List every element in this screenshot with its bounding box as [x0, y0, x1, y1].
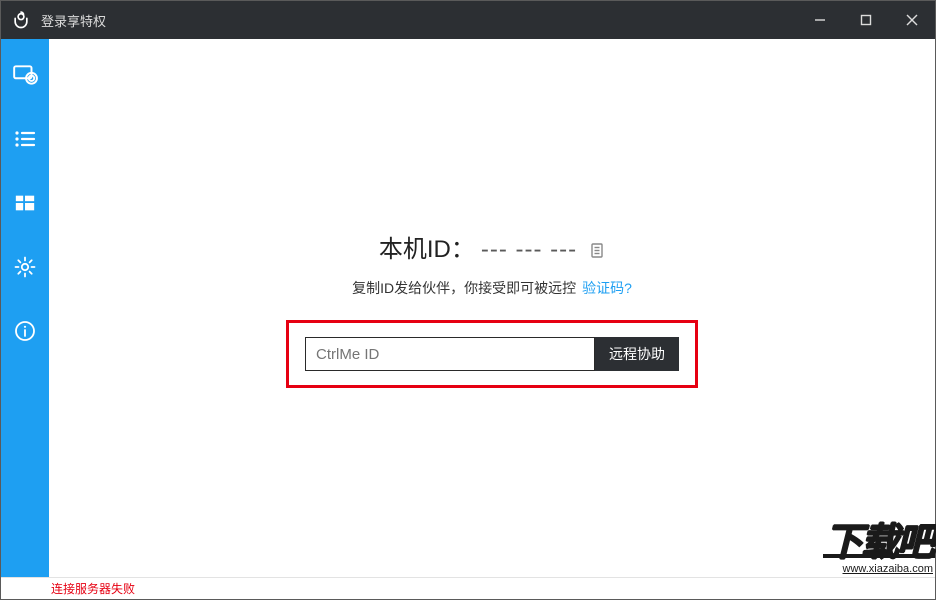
maximize-button[interactable]: [843, 1, 889, 39]
local-id-value: --- --- ---: [481, 236, 577, 264]
body: 本机ID： --- --- --- 复制ID发给伙伴，你接受即可被远控 验证码?: [1, 39, 935, 577]
sidebar-item-remote[interactable]: [11, 61, 39, 89]
hint-line: 复制ID发给伙伴，你接受即可被远控 验证码?: [352, 278, 632, 298]
local-id-label: 本机ID：: [379, 229, 475, 264]
sidebar: [1, 39, 49, 577]
main-content: 本机ID： --- --- --- 复制ID发给伙伴，你接受即可被远控 验证码?: [49, 39, 935, 577]
sidebar-item-info[interactable]: [11, 317, 39, 345]
remote-id-input[interactable]: [305, 337, 595, 371]
hint-text: 复制ID发给伙伴，你接受即可被远控: [352, 278, 576, 298]
remote-input-group: 远程协助: [286, 320, 698, 388]
remote-assist-button[interactable]: 远程协助: [595, 337, 679, 371]
app-window: 登录享特权: [0, 0, 936, 600]
close-button[interactable]: [889, 1, 935, 39]
sidebar-item-grid[interactable]: [11, 189, 39, 217]
local-id-line: 本机ID： --- --- ---: [379, 229, 605, 264]
sidebar-item-settings[interactable]: [11, 253, 39, 281]
watermark-main: 下载吧: [825, 524, 933, 562]
sidebar-item-list[interactable]: [11, 125, 39, 153]
titlebar: 登录享特权: [1, 1, 935, 39]
verify-code-link[interactable]: 验证码?: [582, 278, 632, 298]
window-title: 登录享特权: [41, 11, 106, 30]
status-text: 连接服务器失败: [51, 580, 135, 597]
minimize-button[interactable]: [797, 1, 843, 39]
copy-id-icon[interactable]: [589, 241, 605, 264]
watermark: 下载吧 www.xiazaiba.com: [825, 524, 933, 575]
app-logo-icon: [9, 8, 33, 32]
status-bar: 连接服务器失败: [1, 577, 935, 599]
watermark-sub: www.xiazaiba.com: [825, 564, 933, 575]
